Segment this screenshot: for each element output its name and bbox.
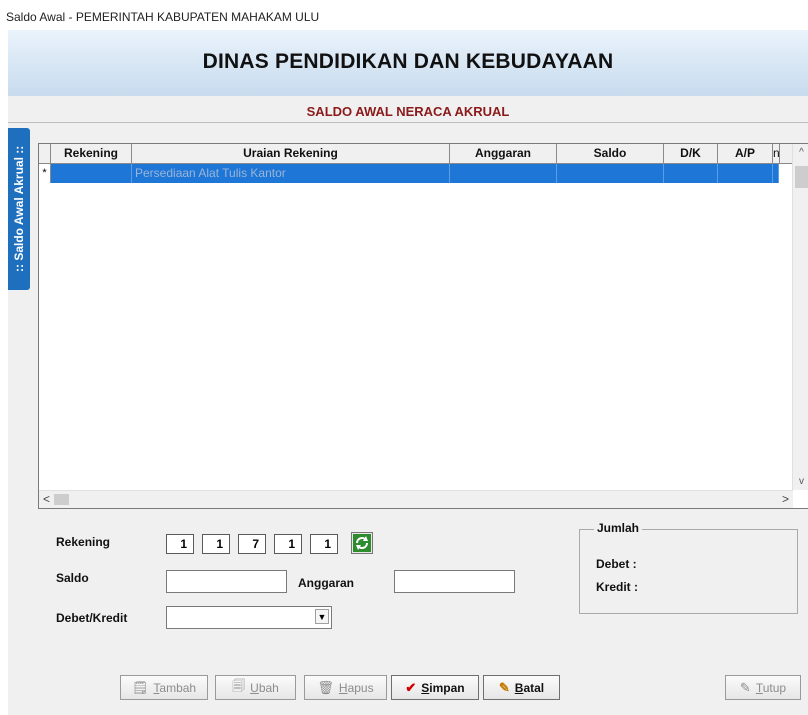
horizontal-scroll-thumb[interactable] [54, 494, 69, 505]
cell-ap[interactable] [718, 164, 773, 183]
header-banner: DINAS PENDIDIKAN DAN KEBUDAYAAN [8, 30, 808, 96]
edit-document-icon: 🗐 [232, 677, 246, 693]
hapus-button[interactable]: 🗑 Hapus [304, 675, 387, 700]
tutup-button[interactable]: ✎ Tutup [725, 675, 801, 700]
add-document-icon: 🗒 [131, 679, 149, 695]
rekening-segment-4[interactable]: 1 [274, 534, 302, 554]
cell-rekening[interactable] [51, 164, 132, 183]
side-tab-label: :: Saldo Awal Akrual :: [12, 145, 26, 273]
anggaran-label: Anggaran [298, 576, 355, 590]
jumlah-group: Jumlah Debet : Kredit : [579, 521, 798, 614]
hapus-label: Hapus [338, 680, 374, 695]
column-header-extra[interactable]: n [773, 144, 780, 163]
column-header-anggaran[interactable]: Anggaran [450, 144, 557, 163]
tutup-label: Tutup [755, 680, 787, 695]
simpan-button[interactable]: ✔ Simpan [391, 675, 479, 700]
subheader: SALDO AWAL NERACA AKRUAL [8, 96, 808, 123]
page-subtitle: SALDO AWAL NERACA AKRUAL [306, 104, 510, 119]
cell-uraian[interactable]: Persediaan Alat Tulis Kantor [132, 164, 450, 183]
main-window: DINAS PENDIDIKAN DAN KEBUDAYAAN SALDO AW… [8, 30, 808, 715]
grid-corner-cell [39, 144, 51, 163]
cell-anggaran[interactable] [450, 164, 557, 183]
eraser-icon: ✎ [498, 679, 510, 695]
chevron-down-icon[interactable]: ▼ [315, 609, 329, 624]
simpan-label: Simpan [421, 680, 465, 695]
window-title: Saldo Awal - PEMERINTAH KABUPATEN MAHAKA… [6, 10, 320, 24]
row-indicator: * [39, 164, 51, 183]
rekening-segment-5[interactable]: 1 [310, 534, 338, 554]
column-header-ap[interactable]: A/P [718, 144, 773, 163]
rekening-label: Rekening [56, 535, 111, 549]
column-header-dk[interactable]: D/K [664, 144, 718, 163]
vertical-scroll-thumb[interactable] [795, 166, 808, 188]
batal-button[interactable]: ✎ Batal [483, 675, 560, 700]
saldo-input[interactable] [166, 570, 287, 593]
vertical-scrollbar[interactable]: ^ v [792, 144, 808, 490]
jumlah-legend: Jumlah [594, 521, 643, 535]
scroll-up-icon[interactable]: ^ [793, 147, 808, 158]
close-door-icon: ✎ [739, 679, 751, 695]
rekening-code-fields: 1 1 7 1 1 [166, 534, 356, 554]
tambah-button[interactable]: 🗒 Tambah [120, 675, 208, 700]
grid-header: Rekening Uraian Rekening Anggaran Saldo … [39, 144, 808, 164]
refresh-icon [353, 534, 371, 552]
debet-kredit-select[interactable]: ▼ [166, 606, 332, 629]
batal-label: Batal [514, 680, 545, 695]
cell-extra[interactable] [773, 164, 779, 183]
kredit-total-label: Kredit : [596, 580, 638, 594]
rekening-segment-3[interactable]: 7 [238, 534, 266, 554]
cell-dk[interactable] [664, 164, 718, 183]
ubah-button[interactable]: 🗐 Ubah [215, 675, 296, 700]
column-header-uraian[interactable]: Uraian Rekening [132, 144, 450, 163]
window-titlebar: Saldo Awal - PEMERINTAH KABUPATEN MAHAKA… [0, 0, 808, 30]
tambah-label: Tambah [153, 680, 197, 695]
side-tab-saldo-awal[interactable]: :: Saldo Awal Akrual :: [8, 128, 30, 290]
scroll-left-icon[interactable]: < [43, 492, 50, 506]
scroll-right-icon[interactable]: > [782, 492, 789, 506]
delete-icon: 🗑 [317, 679, 334, 695]
column-header-rekening[interactable]: Rekening [51, 144, 132, 163]
checkmark-icon: ✔ [405, 679, 417, 695]
saldo-label: Saldo [56, 571, 89, 585]
cell-saldo[interactable] [557, 164, 664, 183]
rekening-grid[interactable]: Rekening Uraian Rekening Anggaran Saldo … [38, 143, 808, 509]
debet-kredit-label: Debet/Kredit [56, 611, 128, 625]
anggaran-input[interactable] [394, 570, 515, 593]
rekening-segment-1[interactable]: 1 [166, 534, 194, 554]
debet-total-label: Debet : [596, 557, 637, 571]
ubah-label: Ubah [250, 680, 279, 695]
refresh-button[interactable] [351, 532, 373, 554]
page-title: DINAS PENDIDIKAN DAN KEBUDAYAAN [202, 50, 614, 73]
column-header-saldo[interactable]: Saldo [557, 144, 664, 163]
table-row[interactable]: * Persediaan Alat Tulis Kantor [39, 164, 779, 183]
rekening-segment-2[interactable]: 1 [202, 534, 230, 554]
horizontal-scrollbar[interactable]: < > [39, 490, 793, 508]
scroll-down-icon[interactable]: v [793, 476, 808, 487]
